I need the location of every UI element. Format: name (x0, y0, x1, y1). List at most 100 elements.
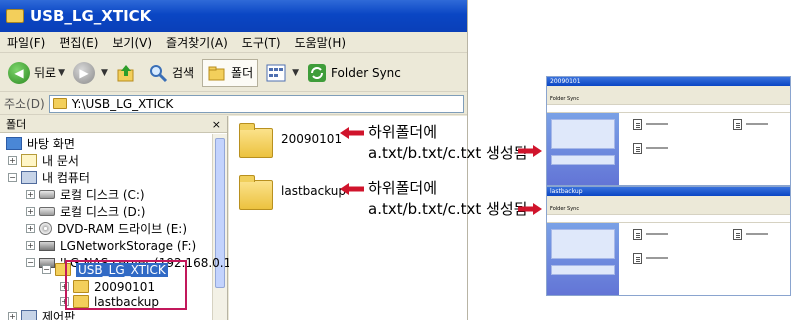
figure: { "window": { "title": "USB_LG_XTICK", "… (0, 0, 795, 320)
collapse-icon[interactable]: − (42, 265, 51, 274)
tree-item-network-f[interactable]: + LGNetworkStorage (F:) (26, 237, 196, 254)
thumbnail-panel (551, 155, 615, 165)
tree-item-desktop[interactable]: 바탕 화면 (6, 135, 75, 152)
expand-icon[interactable]: + (26, 190, 35, 199)
drive-icon (39, 190, 55, 199)
drive-icon (39, 207, 55, 216)
menu-view[interactable]: 보기(V) (105, 34, 159, 51)
folder-icon (6, 9, 24, 23)
folders-label: 폴더 (231, 66, 254, 80)
tree-item-label: 로컬 디스크 (C:) (60, 188, 145, 202)
folder-sync-button[interactable]: Folder Sync (307, 63, 401, 83)
arrow-left-icon (340, 127, 364, 139)
tree-item-my-computer[interactable]: − 내 컴퓨터 (8, 169, 90, 186)
text-file-icon (633, 143, 642, 154)
vertical-scrollbar[interactable] (212, 134, 227, 320)
folder-icon[interactable] (239, 123, 273, 158)
dvd-icon (39, 222, 52, 235)
thumbnail-address (547, 215, 790, 223)
menu-tools[interactable]: 도구(T) (235, 34, 288, 51)
text-file-icon (633, 253, 642, 264)
folder-name-lastbackup[interactable]: lastbackup (281, 184, 346, 198)
search-icon (148, 63, 168, 83)
menu-help[interactable]: 도움말(H) (288, 34, 354, 51)
folders-button[interactable]: 폴더 (202, 58, 259, 87)
folder-icon[interactable] (239, 175, 273, 210)
text-file-icon (733, 229, 742, 240)
arrow-right-icon (518, 145, 542, 157)
folders-icon (207, 63, 227, 83)
close-icon[interactable]: × (212, 118, 221, 131)
expand-icon[interactable]: + (26, 207, 35, 216)
back-label: 뒤로 (34, 66, 57, 80)
chevron-down-icon: ▼ (292, 67, 300, 78)
desktop-icon (6, 137, 22, 150)
text-file-icon (633, 229, 642, 240)
address-bar: 주소(D) Y:\USB_LG_XTICK (0, 93, 467, 115)
tree-item-label: LGNetworkStorage (F:) (60, 238, 197, 253)
thumbnail-body (547, 223, 790, 295)
file-label-placeholder (646, 147, 668, 149)
arrow-right-icon (518, 203, 542, 215)
expand-icon[interactable]: + (8, 156, 17, 165)
tree-header: 폴더 × (0, 116, 227, 133)
control-panel-icon (21, 310, 37, 320)
folder-name-20090101[interactable]: 20090101 (281, 132, 342, 146)
file-label-placeholder (646, 233, 668, 235)
thumbnail-panel (551, 265, 615, 275)
thumbnail-title: 20090101 (547, 77, 790, 86)
menu-file[interactable]: 파일(F) (0, 34, 52, 51)
menu-edit[interactable]: 편집(E) (52, 34, 105, 51)
tree-item-my-documents[interactable]: + 내 문서 (8, 152, 79, 169)
tree-item-label: 내 컴퓨터 (42, 171, 90, 185)
collapse-icon[interactable]: − (26, 258, 35, 267)
tree-item-label: 로컬 디스크 (D:) (60, 205, 146, 219)
thumbnail-task-pane (547, 223, 619, 295)
forward-button[interactable]: ▶ ▼ (73, 61, 108, 84)
expand-icon[interactable]: + (26, 224, 35, 233)
file-label-placeholder (646, 123, 668, 125)
collapse-icon[interactable]: − (8, 173, 17, 182)
chevron-down-icon: ▼ (101, 67, 108, 78)
network-drive-icon (39, 240, 55, 251)
up-folder-button[interactable] (116, 63, 140, 83)
thumbnail-address (547, 105, 790, 113)
thumbnail-title: lastbackup (547, 187, 790, 196)
search-button[interactable]: 검색 (148, 63, 194, 83)
address-input[interactable]: Y:\USB_LG_XTICK (48, 94, 464, 113)
thumbnail-menu (547, 196, 790, 204)
expand-icon[interactable]: + (26, 241, 35, 250)
address-label: 주소(D) (4, 97, 45, 111)
annotation-2-line2: a.txt/b.txt/c.txt 생성됨 (368, 200, 528, 218)
text-file-icon (633, 119, 642, 130)
annotation-2: 하위폴더에 a.txt/b.txt/c.txt 생성됨 (368, 178, 527, 220)
expand-icon[interactable]: + (8, 312, 17, 320)
address-value: Y:\USB_LG_XTICK (71, 96, 174, 111)
menu-bar: 파일(F) 편집(E) 보기(V) 즐겨찾기(A) 도구(T) 도움말(H) (0, 32, 467, 53)
title-bar[interactable]: USB_LG_XTICK (0, 0, 467, 32)
back-button[interactable]: ◀ 뒤로 ▼ (8, 61, 66, 84)
annotation-1-line1: 하위폴더에 (368, 123, 438, 141)
toolbar: ◀ 뒤로 ▼ ▶ ▼ 검색 폴더 ▼ Folder Sync (0, 54, 467, 92)
tree-item-label: 내 문서 (42, 154, 79, 168)
tree-item-label: DVD-RAM 드라이브 (E:) (57, 222, 188, 236)
views-icon (266, 63, 286, 83)
thumbnail-window-20090101: 20090101 Folder Sync (546, 76, 791, 186)
thumbnail-task-pane (547, 113, 619, 185)
views-button[interactable]: ▼ (266, 63, 299, 83)
thumbnail-panel (551, 229, 615, 259)
tree-item-label: 바탕 화면 (27, 137, 75, 151)
thumbnail-panel (551, 119, 615, 149)
menu-favorites[interactable]: 즐겨찾기(A) (159, 34, 235, 51)
tree-item-drive-d[interactable]: + 로컬 디스크 (D:) (26, 203, 145, 220)
tree-header-label: 폴더 (6, 118, 27, 131)
tree-item-dvd-e[interactable]: + DVD-RAM 드라이브 (E:) (26, 220, 187, 237)
up-folder-icon (116, 63, 136, 83)
chevron-down-icon: ▼ (58, 67, 66, 78)
tree-item-drive-c[interactable]: + 로컬 디스크 (C:) (26, 186, 145, 203)
thumbnail-body (547, 113, 790, 185)
window-title: USB_LG_XTICK (30, 7, 152, 25)
thumbnail-menu (547, 86, 790, 94)
file-label-placeholder (746, 233, 768, 235)
file-label-placeholder (746, 123, 768, 125)
